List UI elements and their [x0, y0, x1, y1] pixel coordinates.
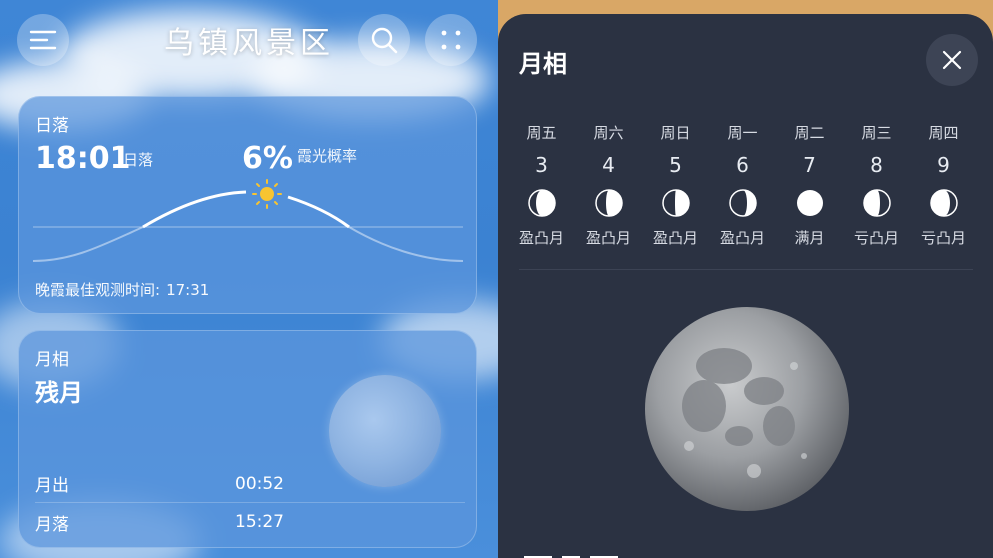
moon-day-item[interactable]: 周日 5 盈凸月: [642, 122, 709, 248]
moon-phase-icon: [728, 189, 757, 217]
day-date: 6: [736, 153, 749, 177]
moonset-label: 月落: [35, 514, 69, 535]
sun-path-day-remaining: [287, 195, 350, 229]
moon-day-item[interactable]: 周二 7 满月: [776, 122, 843, 248]
day-date: 9: [937, 153, 950, 177]
sunset-card-title: 日落: [35, 116, 69, 136]
sheet-title: 月相: [519, 50, 567, 78]
day-phase-name: 盈凸月: [719, 229, 765, 247]
top-bar: 乌镇风景区: [0, 0, 498, 80]
close-button[interactable]: [926, 34, 978, 86]
moon-day-item[interactable]: 周五 3 盈凸月: [508, 122, 575, 248]
moon-day-item[interactable]: 周六 4 盈凸月: [575, 122, 642, 248]
moon-phase-icon: [862, 189, 891, 217]
best-time-label: 晚霞最佳观测时间:: [35, 281, 161, 299]
moonrise-value: 00:52: [235, 473, 284, 494]
sunset-time-label: 日落: [123, 151, 154, 169]
large-moon-image: [645, 307, 849, 511]
close-icon: [942, 50, 962, 70]
glow-probability-label: 霞光概率: [297, 147, 358, 165]
best-time-value: 17:31: [166, 281, 210, 299]
moon-forecast-list: 周五 3 盈凸月 周六 4 盈凸月 周日 5 盈凸月 周一 6 盈凸月 周二 7…: [508, 122, 982, 248]
day-phase-name: 亏凸月: [853, 229, 899, 247]
sun-path-chart: [33, 179, 463, 262]
day-phase-name: 满月: [794, 229, 825, 247]
day-weekday: 周日: [660, 124, 691, 142]
more-button[interactable]: [425, 14, 477, 66]
moon-phase-card[interactable]: 月相 残月 月出 00:52 月落 15:27: [18, 330, 477, 548]
day-phase-name: 盈凸月: [652, 229, 698, 247]
partial-text-cutoff: [524, 551, 634, 558]
weather-panel: 乌镇风景区 日落 18:01 日落 6% 霞光概率 晚霞最佳观测时间: 17:3…: [0, 0, 498, 558]
day-weekday: 周二: [794, 124, 825, 142]
moon-day-item[interactable]: 周四 9 亏凸月: [910, 122, 977, 248]
moon-phase-panel: 月相 周五 3 盈凸月 周六 4 盈凸月 周日 5 盈凸月 周一 6 盈凸月 周…: [498, 0, 993, 558]
day-weekday: 周四: [928, 124, 959, 142]
moonset-value: 15:27: [235, 512, 284, 532]
moon-phase-name: 残月: [35, 379, 83, 407]
moonrise-label: 月出: [35, 476, 69, 496]
divider: [519, 269, 973, 270]
sunset-card[interactable]: 日落 18:01 日落 6% 霞光概率 晚霞最佳观测时间: 17:31: [18, 96, 477, 314]
moon-day-item[interactable]: 周三 8 亏凸月: [843, 122, 910, 248]
moon-phase-icon: [594, 189, 623, 217]
search-icon: [371, 27, 398, 54]
day-weekday: 周六: [593, 124, 624, 142]
day-phase-name: 盈凸月: [518, 229, 564, 247]
moonset-row: 月落 15:27: [35, 503, 465, 541]
day-phase-name: 盈凸月: [585, 229, 631, 247]
full-moon-icon: [796, 190, 823, 216]
sun-path-below: [348, 226, 463, 262]
moon-phase-icon: [661, 189, 690, 217]
moonrise-row: 月出 00:52: [35, 465, 465, 503]
sun-path-day: [142, 190, 247, 229]
moon-phase-sheet: 月相 周五 3 盈凸月 周六 4 盈凸月 周日 5 盈凸月 周一 6 盈凸月 周…: [498, 14, 993, 558]
day-phase-name: 亏凸月: [920, 229, 966, 247]
glow-probability: 6%: [242, 141, 293, 176]
more-dots-icon: [441, 30, 461, 50]
day-date: 8: [870, 153, 883, 177]
sunset-time: 18:01: [35, 141, 131, 176]
moon-day-item[interactable]: 周一 6 盈凸月: [709, 122, 776, 248]
day-date: 5: [669, 153, 682, 177]
day-weekday: 周三: [861, 124, 892, 142]
day-date: 7: [803, 153, 816, 177]
moon-phase-icon: [929, 189, 958, 217]
sun-icon: [252, 179, 282, 209]
moon-card-title: 月相: [35, 350, 69, 370]
best-observation-time: 晚霞最佳观测时间: 17:31: [35, 279, 209, 300]
moon-phase-icon: [527, 189, 556, 217]
search-button[interactable]: [358, 14, 410, 66]
day-weekday: 周一: [727, 124, 758, 142]
city-name[interactable]: 乌镇风景区: [0, 18, 498, 62]
day-weekday: 周五: [526, 124, 557, 142]
day-date: 4: [602, 153, 615, 177]
sun-path-below: [33, 226, 144, 262]
day-date: 3: [535, 153, 548, 177]
